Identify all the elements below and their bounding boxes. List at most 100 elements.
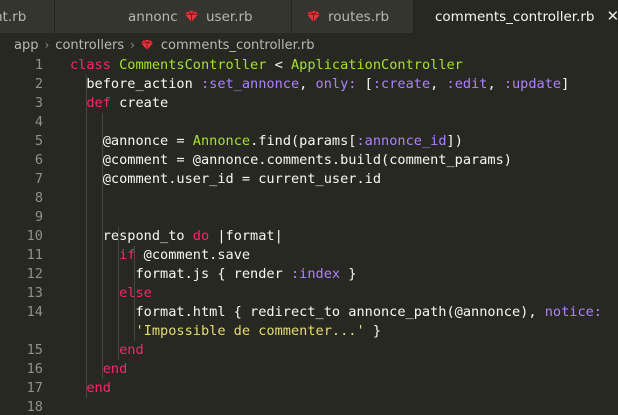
- code-token: @annonce: [454, 304, 521, 320]
- code-text: format.html { redirect_to annonce_path(@…: [70, 303, 602, 322]
- code-text: else: [70, 284, 152, 303]
- code-token: :annonce_id: [356, 133, 447, 149]
- code-token: :index: [290, 266, 341, 282]
- breadcrumb-item-controllers[interactable]: controllers: [55, 38, 124, 53]
- line-number: 17: [26, 380, 43, 396]
- breadcrumb-item-file[interactable]: comments_controller.rb: [161, 38, 315, 53]
- code-token: end: [70, 361, 128, 377]
- code-token: 'Impossible de commenter...': [70, 323, 365, 339]
- code-line[interactable]: 13 else: [0, 284, 618, 303]
- ruby-gem-icon: [185, 10, 198, 22]
- chevron-right-icon: ›: [130, 38, 135, 52]
- code-line[interactable]: 3 def create: [0, 94, 618, 113]
- line-number: 9: [34, 209, 43, 225]
- code-line[interactable]: 2 before_action :set_annonce, only: [:cr…: [0, 75, 618, 94]
- chevron-right-icon: ›: [44, 38, 50, 52]
- line-number: 12: [26, 266, 43, 282]
- line-number: 8: [34, 190, 43, 206]
- line-number: 15: [26, 342, 43, 358]
- indent-guide: [134, 246, 135, 341]
- code-token: if: [70, 247, 144, 263]
- code-token: @annonce: [70, 133, 169, 149]
- code-token: class: [70, 57, 120, 73]
- code-token: @comment: [70, 152, 169, 168]
- code-line[interactable]: 10 respond_to do |format|: [0, 227, 618, 246]
- code-line[interactable]: 11 if @comment.save: [0, 246, 618, 265]
- line-number: 14: [26, 304, 43, 320]
- tab-bar: nt.rb annonce.rb user.rb routes.rb comme…: [0, 0, 618, 33]
- line-number: 13: [26, 285, 43, 301]
- code-token: def: [70, 95, 120, 111]
- code-token: ,: [430, 76, 447, 92]
- code-line[interactable]: 7 @comment.user_id = current_user.id: [0, 170, 618, 189]
- code-token: end: [70, 342, 144, 358]
- code-token: Annonce: [192, 133, 251, 149]
- code-text: end: [70, 341, 144, 360]
- code-line[interactable]: 18: [0, 398, 618, 415]
- code-line[interactable]: 14 format.html { redirect_to annonce_pat…: [0, 303, 618, 322]
- close-icon[interactable]: ✕: [607, 9, 618, 24]
- code-token: format.html { redirect_to annonce_path(: [70, 304, 455, 320]
- code-line[interactable]: 6 @comment = @annonce.comments.build(com…: [0, 151, 618, 170]
- indent-guide: [118, 227, 119, 360]
- code-token: }: [364, 323, 382, 339]
- breadcrumb-item-app[interactable]: app: [14, 38, 38, 53]
- code-token: =: [168, 133, 193, 149]
- code-token: .find(params[: [250, 133, 357, 149]
- tab-annonce-rb[interactable]: annonce.rb: [55, 0, 204, 33]
- code-line[interactable]: 4: [0, 113, 618, 132]
- tab-label: comments_controller.rb: [435, 8, 595, 25]
- code-line[interactable]: 9: [0, 208, 618, 227]
- code-token: }: [340, 266, 357, 282]
- code-token: respond_to: [70, 228, 193, 244]
- code-token: create: [119, 95, 169, 111]
- code-token: @comment: [143, 247, 210, 263]
- code-line[interactable]: 'Impossible de commenter...' }: [0, 322, 618, 341]
- code-line[interactable]: 8: [0, 189, 618, 208]
- tab-routes-rb[interactable]: routes.rb: [292, 0, 414, 33]
- ruby-gem-icon: [140, 39, 153, 50]
- code-line[interactable]: 16 end: [0, 360, 618, 379]
- code-token: @comment: [70, 171, 169, 187]
- code-token: ),: [520, 304, 545, 320]
- tab-comments-controller-rb[interactable]: comments_controller.rb ✕: [414, 0, 618, 33]
- code-token: notice:: [544, 304, 602, 320]
- code-text: 'Impossible de commenter...' }: [70, 322, 381, 341]
- indent-guide: [86, 75, 87, 398]
- line-number: 2: [34, 76, 43, 92]
- code-editor[interactable]: 1 class CommentsController < ApplicationC…: [0, 57, 618, 415]
- code-token: @annonce: [192, 152, 259, 168]
- tab-user-rb[interactable]: user.rb: [177, 0, 292, 33]
- code-token: .comments.build(comment_params): [258, 152, 512, 168]
- code-token: |format|: [209, 228, 283, 244]
- tab-label: nt.rb: [0, 8, 27, 25]
- code-text: def create: [70, 94, 168, 113]
- code-token: ,: [487, 76, 504, 92]
- code-token: :create: [372, 76, 431, 92]
- code-line[interactable]: 12 format.js { render :index }: [0, 265, 618, 284]
- line-number: 5: [34, 133, 43, 149]
- code-token: [: [356, 76, 373, 92]
- code-token: ApplicationController: [291, 57, 463, 73]
- code-line[interactable]: 5 @annonce = Annonce.find(params[:annonc…: [0, 132, 618, 151]
- code-text: @annonce = Annonce.find(params[:annonce_…: [70, 132, 463, 151]
- tab-nt-rb[interactable]: nt.rb: [0, 0, 55, 33]
- line-number: 7: [34, 171, 43, 187]
- code-token: only:: [315, 76, 357, 92]
- line-number: 1: [34, 57, 43, 73]
- code-text: end: [70, 379, 111, 398]
- line-number: 6: [34, 152, 43, 168]
- code-text: before_action :set_annonce, only: [:crea…: [70, 75, 569, 94]
- code-token: .user_id = current_user.id: [168, 171, 382, 187]
- line-number: 11: [26, 247, 43, 263]
- code-line[interactable]: 1 class CommentsController < ApplicationC…: [0, 57, 618, 75]
- code-text: end: [70, 360, 128, 379]
- line-number: 16: [26, 361, 43, 377]
- code-token: :set_annonce: [200, 76, 300, 92]
- code-token: CommentsController: [119, 57, 267, 73]
- ruby-gem-icon: [307, 10, 320, 22]
- code-token: :update: [503, 76, 562, 92]
- code-line[interactable]: 17 end: [0, 379, 618, 398]
- code-line[interactable]: 15 end: [0, 341, 618, 360]
- line-number: 4: [34, 114, 43, 130]
